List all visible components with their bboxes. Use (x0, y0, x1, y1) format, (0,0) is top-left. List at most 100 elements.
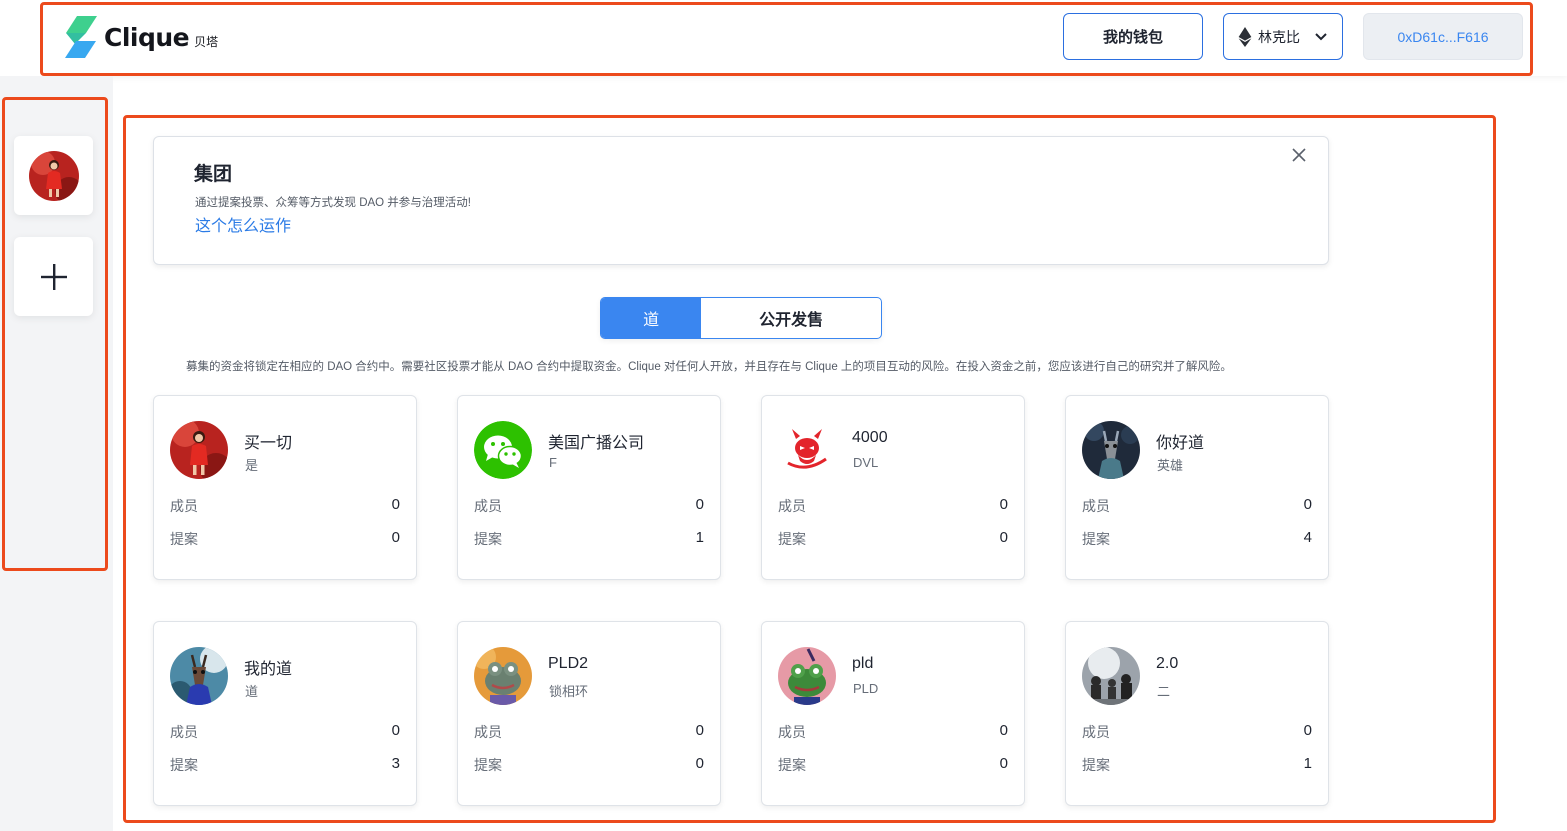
network-select[interactable]: 林克比 (1223, 13, 1343, 60)
how-it-works-link[interactable]: 这个怎么运作 (195, 212, 291, 236)
frog-pink-avatar-icon (778, 647, 836, 705)
dao-card[interactable]: 4000 DVL 成员 0 提案 0 (761, 395, 1025, 580)
ethereum-icon (1238, 26, 1252, 47)
proposals-row: 提案 4 (1082, 529, 1312, 549)
proposals-count: 4 (1303, 529, 1312, 546)
proposals-count: 0 (695, 755, 704, 772)
red-dress-avatar-icon (170, 421, 228, 479)
network-label: 林克比 (1258, 28, 1300, 45)
members-label: 成员 (474, 498, 502, 514)
dao-name: PLD2 (548, 655, 589, 672)
frog-orange-avatar-icon (474, 647, 532, 705)
dao-symbol: 英雄 (1157, 458, 1184, 473)
members-label: 成员 (778, 498, 806, 514)
dao-symbol: DVL (853, 455, 879, 470)
dao-symbol: 是 (245, 458, 259, 473)
proposals-count: 1 (695, 529, 704, 546)
dao-name: 2.0 (1156, 655, 1179, 672)
proposals-label: 提案 (778, 757, 806, 773)
proposals-row: 提案 1 (474, 529, 704, 549)
logo-subtitle: 贝塔 (194, 34, 219, 49)
add-dao-button[interactable] (14, 237, 93, 316)
proposals-count: 3 (391, 755, 400, 772)
intro-description: 通过提案投票、众筹等方式发现 DAO 并参与治理活动! (195, 197, 472, 209)
members-count: 0 (695, 496, 704, 513)
proposals-row: 提案 1 (1082, 755, 1312, 775)
members-row: 成员 0 (778, 722, 1008, 742)
dao-name: 4000 (852, 429, 888, 446)
dao-name: 你好道 (1156, 435, 1205, 452)
proposals-label: 提案 (474, 757, 502, 773)
members-count: 0 (999, 722, 1008, 739)
logo[interactable]: Clique 贝塔 (64, 16, 218, 58)
close-icon[interactable] (1290, 146, 1308, 164)
members-row: 成员 0 (170, 722, 400, 742)
members-row: 成员 0 (1082, 722, 1312, 742)
risk-notice: 募集的资金将锁定在相应的 DAO 合约中。需要社区投票才能从 DAO 合约中提取… (186, 361, 1232, 373)
sidebar-item-dao[interactable] (14, 136, 93, 215)
proposals-row: 提案 0 (778, 755, 1008, 775)
sidebar (0, 76, 113, 831)
chevron-down-icon (1315, 33, 1327, 41)
dao-symbol: PLD (853, 681, 879, 696)
wechat-icon (474, 421, 532, 479)
members-count: 0 (391, 496, 400, 513)
plus-icon (40, 263, 67, 290)
tab-dao[interactable]: 道 (601, 298, 702, 338)
tab-public-sale[interactable]: 公开发售 (701, 298, 881, 338)
proposals-label: 提案 (1082, 531, 1110, 547)
giraffe-avatar-icon (1082, 421, 1140, 479)
dao-card[interactable]: PLD2 锁相环 成员 0 提案 0 (457, 621, 721, 806)
tab-bar: 道 公开发售 (600, 297, 882, 339)
proposals-row: 提案 0 (170, 529, 400, 549)
members-row: 成员 0 (474, 722, 704, 742)
dao-symbol: F (549, 455, 557, 470)
proposals-count: 0 (391, 529, 400, 546)
intro-card: 集团 通过提案投票、众筹等方式发现 DAO 并参与治理活动! 这个怎么运作 (153, 136, 1329, 265)
page: Clique 贝塔 我的钱包 林克比 0xD61c...F616 集团 通过提案… (0, 0, 1567, 831)
proposals-row: 提案 0 (474, 755, 704, 775)
members-count: 0 (1303, 496, 1312, 513)
my-wallet-button[interactable]: 我的钱包 (1063, 13, 1203, 60)
dao-avatar (778, 421, 836, 479)
members-count: 0 (1303, 722, 1312, 739)
giraffe-blue-avatar-icon (170, 647, 228, 705)
dao-name: pld (852, 655, 874, 672)
dao-card[interactable]: 2.0 二 成员 0 提案 1 (1065, 621, 1329, 806)
dao-card[interactable]: 美国广播公司 F 成员 0 提案 1 (457, 395, 721, 580)
dao-avatar (1082, 421, 1140, 479)
dao-card[interactable]: 买一切 是 成员 0 提案 0 (153, 395, 417, 580)
dao-name: 我的道 (244, 661, 293, 678)
members-label: 成员 (170, 498, 198, 514)
dao-avatar (474, 647, 532, 705)
logo-text: Clique (104, 22, 190, 52)
members-row: 成员 0 (778, 496, 1008, 516)
dao-avatar (170, 421, 228, 479)
dao-symbol: 锁相环 (549, 684, 589, 699)
members-count: 0 (391, 722, 400, 739)
dao-card[interactable]: pld PLD 成员 0 提案 0 (761, 621, 1025, 806)
dao-card[interactable]: 你好道 英雄 成员 0 提案 4 (1065, 395, 1329, 580)
members-count: 0 (999, 496, 1008, 513)
clique-logo-icon (65, 16, 97, 58)
dao-avatar (1082, 647, 1140, 705)
account-address-button[interactable]: 0xD61c...F616 (1363, 13, 1523, 60)
top-header: Clique 贝塔 我的钱包 林克比 0xD61c...F616 (0, 0, 1567, 76)
proposals-label: 提案 (1082, 757, 1110, 773)
dao-card[interactable]: 我的道 道 成员 0 提案 3 (153, 621, 417, 806)
proposals-count: 1 (1303, 755, 1312, 772)
members-label: 成员 (1082, 498, 1110, 514)
devil-icon (778, 421, 836, 479)
dao-symbol: 道 (245, 684, 259, 699)
dao-name: 买一切 (244, 435, 293, 452)
proposals-row: 提案 0 (778, 529, 1008, 549)
members-row: 成员 0 (474, 496, 704, 516)
proposals-row: 提案 3 (170, 755, 400, 775)
dao-avatar (778, 647, 836, 705)
proposals-label: 提案 (170, 531, 198, 547)
members-count: 0 (695, 722, 704, 739)
dao-avatar (170, 647, 228, 705)
proposals-label: 提案 (778, 531, 806, 547)
intro-title: 集团 (194, 164, 233, 185)
members-label: 成员 (170, 724, 198, 740)
